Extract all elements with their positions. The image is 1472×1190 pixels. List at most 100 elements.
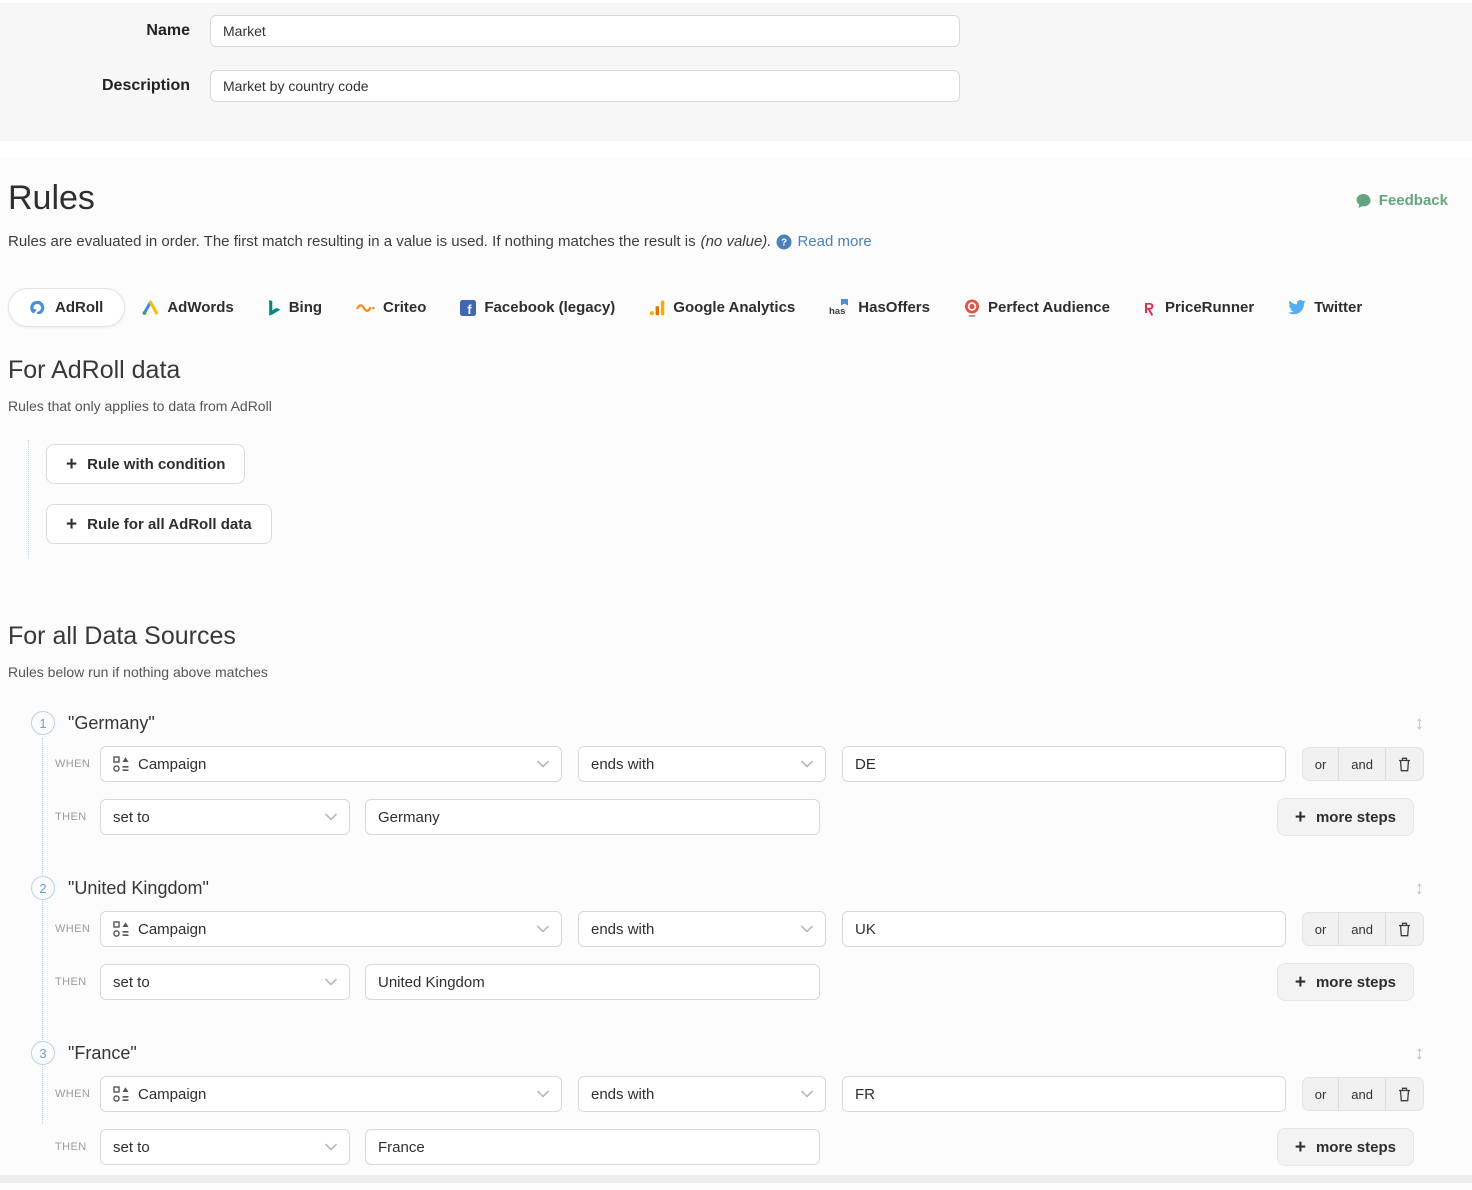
drag-handle-icon[interactable]: ↕ [1415, 1044, 1425, 1063]
description-label: Description [0, 77, 210, 95]
result-value-input[interactable] [365, 1129, 820, 1165]
action-select-value: set to [113, 809, 150, 826]
operator-select-value: ends with [591, 1086, 654, 1103]
action-select[interactable]: set to [100, 1129, 350, 1165]
rule-title: "United Kingdom" [68, 878, 209, 899]
action-select-value: set to [113, 974, 150, 991]
operator-select[interactable]: ends with [578, 1076, 826, 1112]
add-rule-with-condition-button[interactable]: + Rule with condition [46, 444, 245, 484]
result-value-input[interactable] [365, 964, 820, 1000]
rule-header: 2 "United Kingdom" ↕ [8, 875, 1424, 901]
then-label: THEN [55, 976, 95, 988]
adroll-section-subtitle: Rules that only applies to data from AdR… [8, 397, 1424, 416]
drag-handle-icon[interactable]: ↕ [1415, 879, 1425, 898]
add-rule-all-adroll-label: Rule for all AdRoll data [87, 516, 251, 533]
tab-facebook-legacy[interactable]: f Facebook (legacy) [443, 289, 632, 326]
or-button[interactable]: or [1303, 913, 1339, 945]
data-source-tabs: AdRoll AdWords Bing Criteo f Facebook (l… [8, 288, 1424, 327]
adroll-section-title: For AdRoll data [8, 354, 1424, 386]
field-select[interactable]: Campaign [100, 911, 562, 947]
tab-criteo[interactable]: Criteo [339, 289, 443, 326]
when-row: WHEN Campaign ends with or [8, 1076, 1424, 1112]
operator-select[interactable]: ends with [578, 746, 826, 782]
hasoffers-icon: has [829, 299, 850, 316]
and-button[interactable]: and [1338, 1078, 1385, 1110]
action-select[interactable]: set to [100, 964, 350, 1000]
tab-label: Criteo [383, 299, 426, 316]
field-select-value: Campaign [138, 921, 206, 938]
plus-icon: + [66, 455, 77, 474]
chevron-down-icon [537, 925, 549, 933]
description-input[interactable] [210, 70, 960, 102]
rule-germany: 1 "Germany" ↕ WHEN Campaign ends with [8, 710, 1424, 836]
tab-hasoffers[interactable]: has HasOffers [812, 289, 947, 326]
then-row: THEN set to + more steps [8, 963, 1424, 1001]
condition-logic-group: or and [1302, 912, 1424, 946]
rule-title: "Germany" [68, 713, 155, 734]
tab-pricerunner[interactable]: P PriceRunner [1127, 289, 1271, 326]
rule-title: "France" [68, 1043, 137, 1064]
chevron-down-icon [537, 760, 549, 768]
condition-logic-group: or and [1302, 1077, 1424, 1111]
dimension-icon [113, 756, 129, 772]
tab-bing[interactable]: Bing [251, 289, 339, 326]
action-select[interactable]: set to [100, 799, 350, 835]
add-rule-all-adroll-button[interactable]: + Rule for all AdRoll data [46, 504, 272, 544]
more-steps-button[interactable]: + more steps [1277, 1128, 1414, 1166]
feedback-label: Feedback [1379, 192, 1448, 209]
dimension-icon [113, 1086, 129, 1102]
tab-label: Google Analytics [673, 299, 795, 316]
condition-logic-group: or and [1302, 747, 1424, 781]
plus-icon: + [66, 515, 77, 534]
rule-header: 1 "Germany" ↕ [8, 710, 1424, 736]
tab-perfect-audience[interactable]: Perfect Audience [947, 289, 1127, 327]
or-button[interactable]: or [1303, 1078, 1339, 1110]
more-steps-button[interactable]: + more steps [1277, 798, 1414, 836]
facebook-icon: f [460, 300, 476, 316]
tab-adwords[interactable]: AdWords [125, 289, 250, 326]
dimension-icon [113, 921, 129, 937]
tab-adroll[interactable]: AdRoll [8, 288, 125, 327]
rule-number-badge: 1 [31, 711, 55, 735]
chevron-down-icon [801, 925, 813, 933]
delete-condition-button[interactable] [1385, 913, 1423, 945]
chevron-down-icon [801, 1090, 813, 1098]
rules-panel: Rules Feedback Rules are evaluated in or… [0, 158, 1472, 1190]
operator-select[interactable]: ends with [578, 911, 826, 947]
tab-twitter[interactable]: Twitter [1271, 289, 1379, 326]
trash-icon [1398, 1087, 1411, 1102]
result-value-input[interactable] [365, 799, 820, 835]
metric-form: Name Description [0, 3, 1472, 141]
plus-icon: + [1295, 973, 1306, 992]
tab-google-analytics[interactable]: Google Analytics [632, 289, 812, 326]
plus-icon: + [1295, 808, 1306, 827]
read-more-label: Read more [797, 232, 871, 252]
condition-value-input[interactable] [842, 1076, 1286, 1112]
and-button[interactable]: and [1338, 913, 1385, 945]
delete-condition-button[interactable] [1385, 1078, 1423, 1110]
chevron-down-icon [325, 1143, 337, 1151]
adwords-icon [142, 300, 159, 315]
help-icon: ? [776, 234, 792, 250]
drag-handle-icon[interactable]: ↕ [1415, 714, 1425, 733]
delete-condition-button[interactable] [1385, 748, 1423, 780]
more-steps-button[interactable]: + more steps [1277, 963, 1414, 1001]
read-more-link[interactable]: ? Read more [776, 232, 871, 252]
tab-label: Twitter [1314, 299, 1362, 316]
svg-text:has: has [829, 306, 845, 316]
field-select[interactable]: Campaign [100, 1076, 562, 1112]
or-button[interactable]: or [1303, 748, 1339, 780]
pricerunner-icon: P [1144, 300, 1157, 316]
field-select[interactable]: Campaign [100, 746, 562, 782]
name-input[interactable] [210, 15, 960, 47]
condition-value-input[interactable] [842, 746, 1286, 782]
google-analytics-icon [649, 300, 665, 316]
and-button[interactable]: and [1338, 748, 1385, 780]
more-steps-label: more steps [1316, 974, 1396, 991]
feedback-button[interactable]: Feedback [1355, 192, 1448, 209]
name-label: Name [0, 22, 210, 40]
condition-value-input[interactable] [842, 911, 1286, 947]
tab-label: Bing [289, 299, 322, 316]
rule-france: 3 "France" ↕ WHEN Campaign ends with [8, 1040, 1424, 1166]
chevron-down-icon [325, 978, 337, 986]
